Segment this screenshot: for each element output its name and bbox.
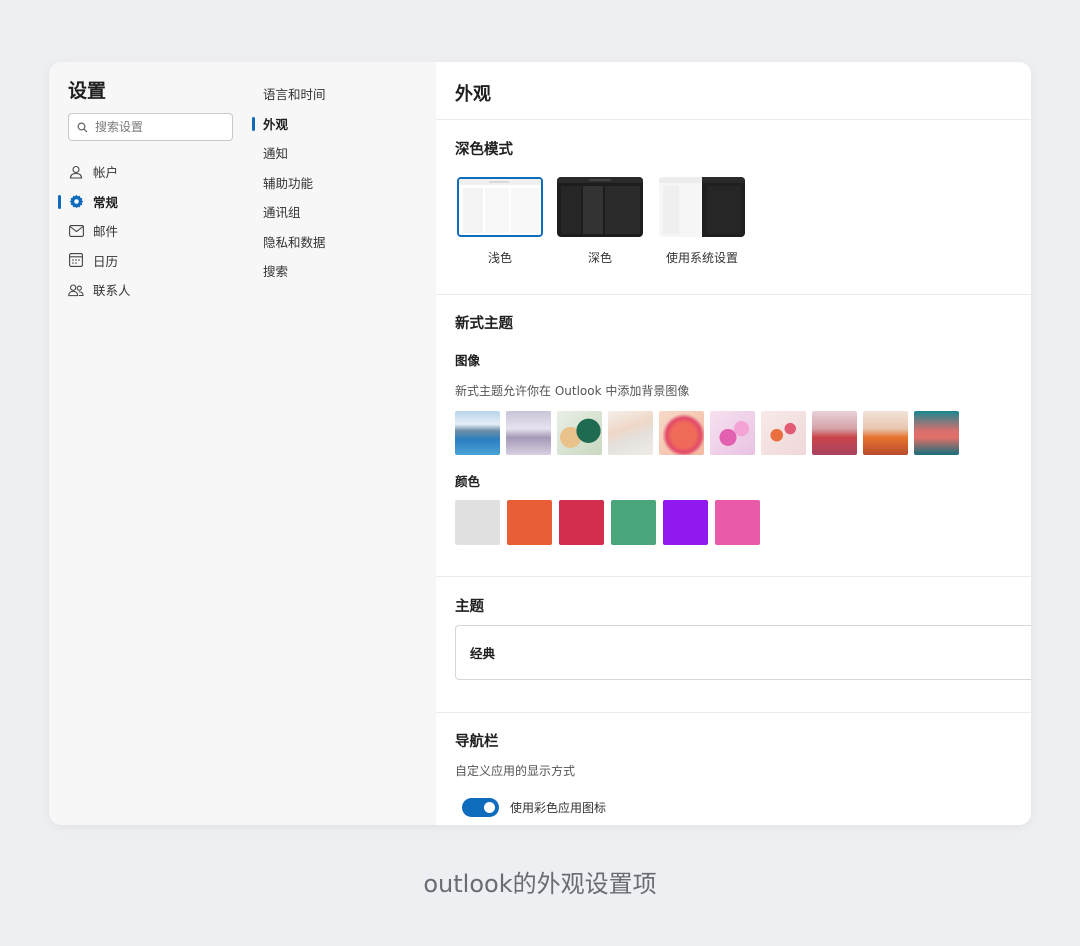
subnav-item-language-time[interactable]: 语言和时间 (249, 79, 436, 109)
subnav-item-search[interactable]: 搜索 (249, 256, 436, 286)
background-image-abstract-light[interactable] (608, 411, 653, 455)
background-image-list (455, 411, 959, 455)
divider (436, 712, 1031, 713)
sidebar-item-label: 帐户 (93, 165, 119, 181)
background-image-coral-swirl[interactable] (659, 411, 704, 455)
person-icon (68, 164, 84, 180)
colorful-icons-label: 使用彩色应用图标 (510, 801, 607, 815)
subnav-item-notifications[interactable]: 通知 (249, 138, 436, 168)
divider (436, 119, 1031, 120)
background-image-pink-house[interactable] (914, 411, 959, 455)
settings-sidebar: 设置 帐户 常规 (49, 62, 249, 825)
sidebar-item-calendar[interactable]: 日历 (49, 246, 249, 276)
light-mode-label: 浅色 (487, 251, 512, 265)
gear-icon (68, 193, 84, 209)
background-image-green-shapes[interactable] (557, 411, 602, 455)
sidebar-item-account[interactable]: 帐户 (49, 157, 249, 187)
theme-selector[interactable]: 经典 (455, 625, 1031, 680)
background-image-leaves[interactable] (761, 411, 806, 455)
image-section-description: 新式主题允许你在 Outlook 中添加背景图像 (455, 384, 690, 398)
sidebar-item-mail[interactable]: 邮件 (49, 216, 249, 246)
color-swatch[interactable] (663, 500, 708, 545)
dark-mode-option[interactable]: 深色 (555, 177, 645, 266)
background-image-mountain-lake[interactable] (455, 411, 500, 455)
system-mode-option[interactable]: 使用系统设置 (655, 177, 749, 266)
sidebar-item-general[interactable]: 常规 (49, 187, 249, 217)
theme-value: 经典 (470, 646, 496, 661)
mail-icon (68, 223, 84, 239)
colorful-icons-setting: 使用彩色应用图标 (462, 798, 606, 817)
appearance-panel: 外观 深色模式 浅色 深色 使用系统设置 新式主题 图像 新式主题允许你在 Ou… (436, 62, 1031, 825)
settings-title: 设置 (68, 80, 107, 102)
color-swatch[interactable] (455, 500, 500, 545)
background-image-pink-spheres[interactable] (710, 411, 755, 455)
people-icon (68, 282, 84, 298)
color-swatch[interactable] (611, 500, 656, 545)
subnav-item-groups[interactable]: 通讯组 (249, 197, 436, 227)
color-swatch[interactable] (559, 500, 604, 545)
navbar-title: 导航栏 (455, 734, 499, 750)
sidebar-item-label: 联系人 (93, 283, 131, 299)
divider (436, 576, 1031, 577)
search-icon (77, 120, 91, 134)
background-image-orange-desert[interactable] (863, 411, 908, 455)
dark-mode-preview (557, 177, 643, 237)
light-mode-option[interactable]: 浅色 (455, 177, 545, 266)
search-input[interactable] (95, 120, 225, 134)
light-mode-preview (457, 177, 543, 237)
sidebar-item-contacts[interactable]: 联系人 (49, 275, 249, 305)
background-image-dunes[interactable] (506, 411, 551, 455)
subcategory-list: 语言和时间 外观 通知 辅助功能 通讯组 隐私和数据 搜索 (249, 79, 436, 286)
page-title: 外观 (455, 84, 491, 105)
color-swatch[interactable] (715, 500, 760, 545)
search-box[interactable] (68, 113, 233, 141)
color-swatch[interactable] (507, 500, 552, 545)
system-mode-label: 使用系统设置 (665, 251, 738, 265)
sidebar-item-label: 日历 (93, 253, 119, 269)
colorful-icons-toggle[interactable] (462, 798, 499, 817)
system-mode-preview (659, 177, 745, 237)
divider (436, 294, 1031, 295)
settings-window: 设置 帐户 常规 (49, 62, 1031, 825)
image-caption: outlook的外观设置项 (423, 870, 657, 898)
dark-mode-label: 深色 (587, 251, 612, 265)
color-section-title: 颜色 (455, 474, 481, 489)
subnav-item-accessibility[interactable]: 辅助功能 (249, 168, 436, 198)
color-swatch-list (455, 500, 760, 545)
dark-mode-title: 深色模式 (455, 142, 513, 158)
subcategory-sidebar: 语言和时间 外观 通知 辅助功能 通讯组 隐私和数据 搜索 (249, 62, 436, 825)
background-image-red-landscape[interactable] (812, 411, 857, 455)
category-list: 帐户 常规 邮件 日历 联系人 (49, 157, 249, 305)
subnav-item-appearance[interactable]: 外观 (249, 109, 436, 139)
subnav-item-privacy[interactable]: 隐私和数据 (249, 227, 436, 257)
new-theme-title: 新式主题 (455, 316, 513, 332)
image-section-title: 图像 (455, 353, 481, 368)
sidebar-item-label: 邮件 (93, 224, 119, 240)
theme-title: 主题 (455, 599, 484, 615)
navbar-description: 自定义应用的显示方式 (455, 764, 576, 778)
toggle-knob (484, 802, 495, 813)
calendar-icon (68, 252, 84, 268)
sidebar-item-label: 常规 (93, 194, 119, 210)
